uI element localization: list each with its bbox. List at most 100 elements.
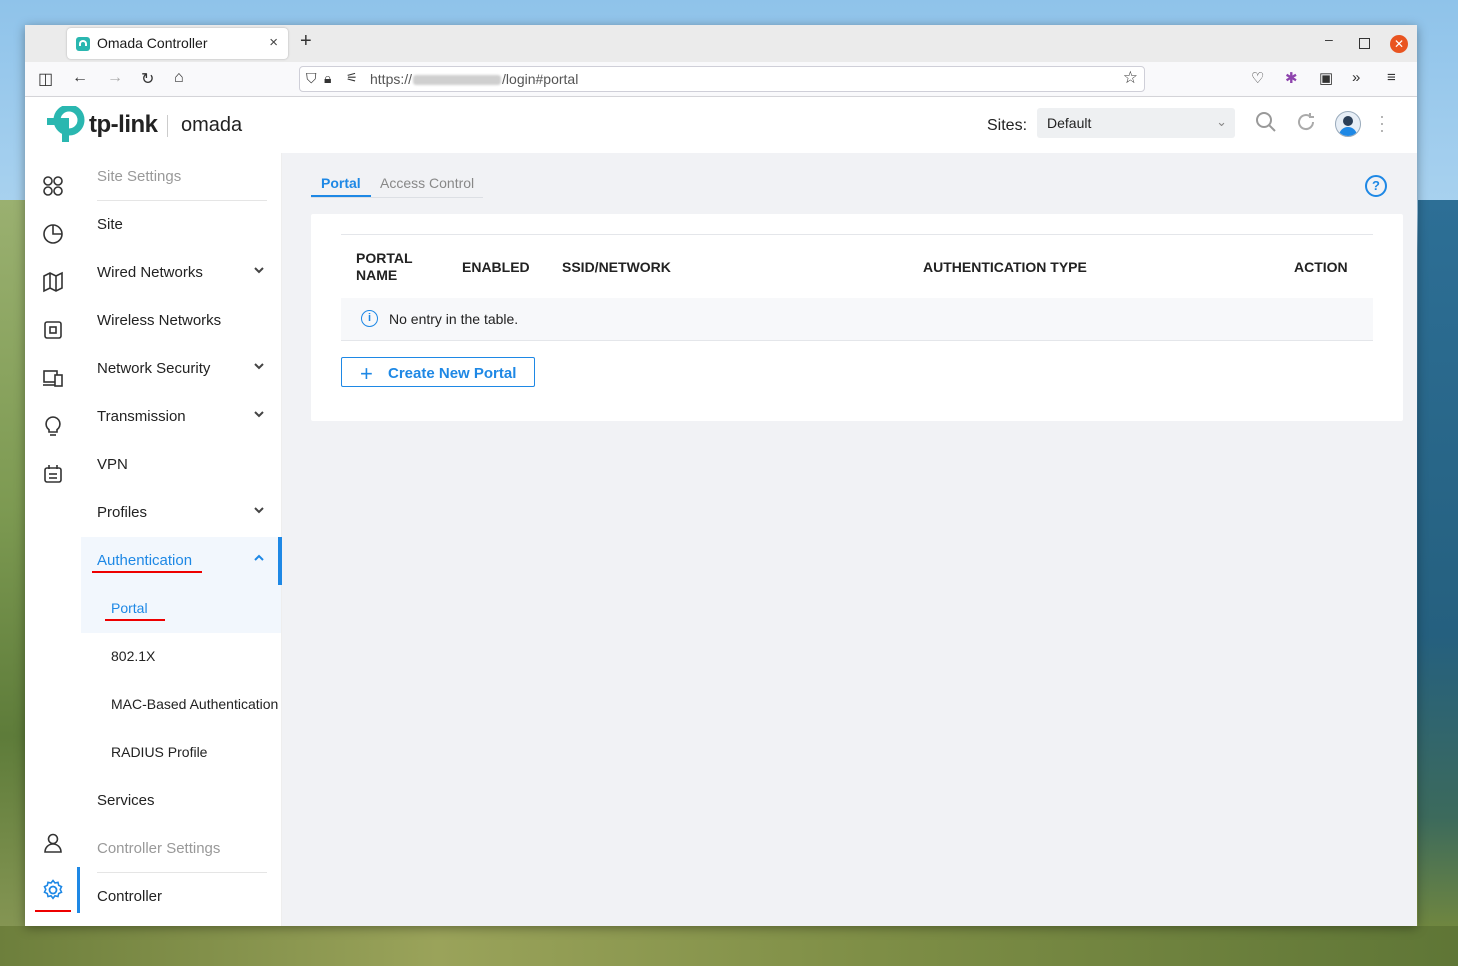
tracking-shield-icon[interactable]: ⛉ — [306, 70, 317, 87]
account-user-icon[interactable] — [41, 832, 65, 856]
settings-gear-icon[interactable] — [41, 879, 65, 903]
maximize-button[interactable] — [1359, 38, 1370, 49]
menu-item-authentication[interactable]: Authentication — [81, 537, 282, 585]
user-avatar[interactable] — [1335, 111, 1361, 137]
menu-item-site[interactable]: Site — [81, 201, 281, 249]
sidebar-toggle-icon[interactable]: ◫ — [38, 69, 53, 89]
header-text: PORTAL — [356, 250, 413, 266]
minimize-button[interactable]: – — [1325, 31, 1333, 47]
annotation-underline — [92, 571, 202, 573]
extension-icon[interactable]: ✱ — [1285, 69, 1298, 87]
desktop-background-left — [0, 200, 26, 966]
dashboard-icon[interactable] — [41, 175, 65, 199]
tp-link-logo-icon — [47, 106, 85, 142]
menu-item-label: 802.1X — [111, 648, 156, 664]
menu-item-mac-based-authentication[interactable]: MAC-Based Authentication — [81, 681, 281, 729]
menu-item-profiles[interactable]: Profiles — [81, 489, 281, 537]
menu-item-radius-profile[interactable]: RADIUS Profile — [81, 729, 281, 777]
menu-item-label: Portal — [111, 600, 148, 616]
menu-item-label: Services — [97, 792, 155, 809]
logs-icon[interactable] — [41, 463, 65, 487]
menu-item-transmission[interactable]: Transmission — [81, 393, 281, 441]
portal-card: PORTAL NAME ENABLED SSID/NETWORK AUTHENT… — [311, 214, 1403, 421]
more-options-icon[interactable]: · · · — [1379, 107, 1385, 139]
clients-icon[interactable] — [41, 367, 65, 391]
map-icon[interactable] — [41, 271, 65, 295]
column-header-enabled: ENABLED — [462, 259, 530, 275]
section-label: Controller Settings — [97, 840, 221, 857]
pocket-icon[interactable]: ♡ — [1251, 69, 1264, 87]
new-tab-button[interactable]: + — [300, 30, 312, 53]
desktop-background-right — [1418, 200, 1458, 926]
app-header: tp-link omada Sites: Default ⌄ · · · — [25, 97, 1417, 153]
devices-icon[interactable] — [41, 319, 65, 343]
permissions-icon[interactable]: ⚟ — [346, 70, 358, 86]
section-label: Site Settings — [97, 168, 182, 185]
info-icon: i — [361, 310, 378, 327]
lock-icon[interactable]: 🔒︎ — [324, 70, 331, 87]
annotation-underline — [35, 910, 71, 912]
chevron-down-icon — [253, 503, 265, 519]
menu-item-controller[interactable]: Controller — [81, 873, 281, 921]
bitwarden-icon[interactable]: ▣ — [1319, 69, 1333, 87]
menu-item-label: VPN — [97, 456, 128, 473]
url-bar[interactable]: ⛉ 🔒︎ ⚟ https:///login#portal ☆ — [299, 66, 1145, 92]
section-site-settings: Site Settings — [81, 153, 281, 201]
empty-table-row: i No entry in the table. — [341, 298, 1373, 341]
menu-item-wireless-networks[interactable]: Wireless Networks — [81, 297, 281, 345]
chevron-down-icon: ⌄ — [1216, 114, 1227, 129]
menu-item-portal[interactable]: Portal — [81, 585, 281, 633]
menu-item-label: Wireless Networks — [97, 312, 222, 329]
menu-item-label: Site — [97, 216, 123, 233]
reload-icon[interactable]: ↻ — [141, 69, 154, 89]
chevron-down-icon — [253, 359, 265, 375]
chevron-up-icon — [253, 551, 265, 567]
tab-portal[interactable]: Portal — [321, 175, 361, 191]
menu-item-vpn[interactable]: VPN — [81, 441, 281, 489]
insights-bulb-icon[interactable] — [41, 415, 65, 439]
tab-close-icon[interactable]: × — [269, 34, 278, 51]
chevron-down-icon — [253, 407, 265, 423]
home-icon[interactable]: ⌂ — [174, 69, 184, 87]
hamburger-menu-icon[interactable]: ≡ — [1387, 69, 1396, 86]
overflow-chevrons-icon[interactable]: » — [1352, 69, 1360, 86]
menu-item-services[interactable]: Services — [81, 777, 281, 825]
empty-message: No entry in the table. — [389, 311, 519, 327]
desktop-background-bottom — [0, 926, 1458, 966]
tab-access-control[interactable]: Access Control — [380, 175, 474, 191]
forward-arrow-icon[interactable]: → — [107, 69, 123, 87]
sites-selected-value: Default — [1047, 115, 1092, 131]
close-window-button[interactable]: ✕ — [1390, 35, 1408, 53]
menu-item-network-security[interactable]: Network Security — [81, 345, 281, 393]
chevron-down-icon — [253, 263, 265, 279]
help-icon[interactable]: ? — [1365, 175, 1387, 197]
menu-item-label: RADIUS Profile — [111, 744, 208, 760]
column-header-portal-name: PORTAL NAME — [356, 250, 413, 284]
statistics-pie-icon[interactable] — [41, 223, 65, 247]
url-text: https:///login#portal — [370, 71, 579, 87]
omada-wordmark: omada — [181, 114, 243, 136]
menu-item-wired-networks[interactable]: Wired Networks — [81, 249, 281, 297]
browser-tab[interactable]: Omada Controller × — [67, 28, 288, 59]
header-text: NAME — [356, 267, 398, 283]
menu-item-802-1x[interactable]: 802.1X — [81, 633, 281, 681]
icon-rail — [25, 153, 82, 926]
active-tab-underline — [311, 195, 371, 197]
main-content: Portal Access Control ? PORTAL NAME ENAB… — [282, 153, 1417, 926]
menu-item-label: Network Security — [97, 360, 211, 377]
bookmark-star-icon[interactable]: ☆ — [1123, 68, 1138, 88]
menu-item-label: MAC-Based Authentication — [111, 696, 279, 712]
menu-item-label: Authentication — [97, 552, 193, 569]
create-new-portal-button[interactable]: + Create New Portal — [341, 357, 535, 387]
search-icon[interactable] — [1255, 111, 1277, 139]
menu-item-label: Transmission — [97, 408, 186, 425]
refresh-icon[interactable] — [1295, 111, 1317, 139]
column-header-ssid-network: SSID/NETWORK — [562, 259, 671, 275]
navigation-toolbar: ◫ ← → ↻ ⌂ ⛉ 🔒︎ ⚟ https:///login#portal ☆… — [25, 62, 1417, 97]
plus-icon: + — [360, 361, 373, 386]
back-arrow-icon[interactable]: ← — [72, 69, 88, 87]
sites-dropdown[interactable]: Default ⌄ — [1037, 108, 1235, 138]
tab-title: Omada Controller — [97, 35, 208, 51]
annotation-underline — [105, 619, 165, 621]
tab-bar: Omada Controller × + – ✕ — [25, 25, 1417, 62]
